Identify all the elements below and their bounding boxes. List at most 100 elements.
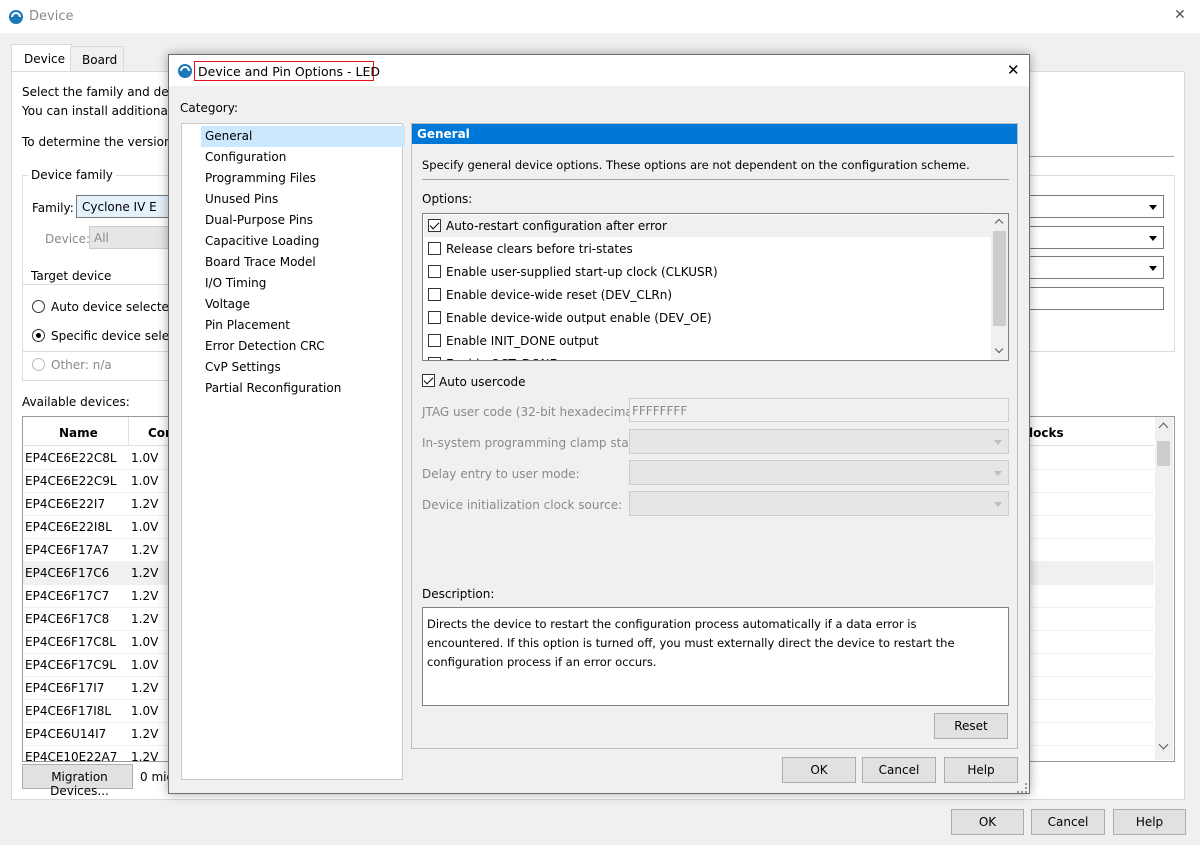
category-item[interactable]: CvP Settings xyxy=(205,357,281,378)
tab-board[interactable]: Board xyxy=(70,46,124,71)
auto-usercode-label: Auto usercode xyxy=(439,375,526,389)
option-checkbox[interactable] xyxy=(428,265,441,278)
device-select-value: All xyxy=(94,231,109,245)
option-checkbox[interactable] xyxy=(428,357,441,360)
category-item[interactable]: Configuration xyxy=(205,147,286,168)
family-select[interactable]: Cyclone IV E xyxy=(76,195,176,218)
other-device-radio[interactable] xyxy=(32,358,45,371)
tab-device-label: Device xyxy=(24,52,66,66)
intro-line-2: You can install additional de xyxy=(22,104,191,118)
option-checkbox[interactable] xyxy=(428,288,441,301)
device-name-cell: EP4CE6F17C8L xyxy=(25,635,116,649)
main-title-bar: Device ✕ xyxy=(0,0,1200,33)
tab-device[interactable]: Device xyxy=(11,44,72,72)
main-cancel-button[interactable]: Cancel xyxy=(1031,809,1105,835)
category-item[interactable]: Unused Pins xyxy=(205,189,278,210)
intro-line-3: To determine the version of xyxy=(22,135,187,149)
main-close-button[interactable]: ✕ xyxy=(1174,7,1186,23)
category-item-label: Dual-Purpose Pins xyxy=(205,213,313,227)
category-item[interactable]: Partial Reconfiguration xyxy=(205,378,341,399)
option-row[interactable]: Release clears before tri-states xyxy=(424,238,992,260)
core-voltage-cell: 1.2V xyxy=(131,589,159,603)
device-select[interactable]: All xyxy=(89,226,176,249)
clock-label: Device initialization clock source: xyxy=(422,498,623,512)
scroll-thumb[interactable] xyxy=(993,231,1006,326)
description-text: Directs the device to restart the config… xyxy=(427,617,955,669)
category-item[interactable]: Programming Files xyxy=(205,168,316,189)
category-list[interactable]: General Configuration Programming Files Unu… xyxy=(181,123,405,780)
header-name[interactable]: Name xyxy=(59,426,98,440)
auto-usercode-checkbox[interactable] xyxy=(422,374,435,387)
name-filter-input[interactable] xyxy=(1027,287,1164,310)
dialog-help-button[interactable]: Help xyxy=(944,757,1018,783)
option-checkbox[interactable] xyxy=(428,219,441,232)
main-help-button[interactable]: Help xyxy=(1113,809,1186,835)
category-item[interactable]: Voltage xyxy=(205,294,250,315)
category-item-label: Error Detection CRC xyxy=(205,339,325,353)
option-row[interactable]: Enable INIT_DONE output xyxy=(424,330,992,352)
device-name-cell: EP4CE6F17C9L xyxy=(25,658,116,672)
option-label: Enable OCT_DONE xyxy=(446,357,557,360)
resize-grip-icon[interactable] xyxy=(1017,783,1027,793)
scroll-down-arrow-icon[interactable] xyxy=(1158,739,1169,750)
header-locks[interactable]: locks xyxy=(1029,426,1064,440)
category-item[interactable]: Error Detection CRC xyxy=(205,336,325,357)
device-name-cell: EP4CE6F17A7 xyxy=(25,543,110,557)
filter-select-2[interactable] xyxy=(1027,256,1164,279)
options-list[interactable]: Auto-restart configuration after error Re… xyxy=(422,213,1009,361)
category-item[interactable]: General xyxy=(201,126,405,147)
options-scrollbar[interactable] xyxy=(991,214,1008,360)
jtag-input[interactable]: FFFFFFFF xyxy=(629,398,1009,422)
device-label: Device: xyxy=(45,232,91,246)
category-item-label: Pin Placement xyxy=(205,318,291,332)
filter-select-1[interactable] xyxy=(1027,226,1164,249)
scroll-up-arrow-icon[interactable] xyxy=(994,218,1004,228)
chevron-down-icon xyxy=(994,501,1002,507)
category-item[interactable]: Pin Placement xyxy=(205,315,290,336)
main-ok-button[interactable]: OK xyxy=(951,809,1024,835)
device-pin-options-dialog: Device and Pin Options - LED ✕ Category:… xyxy=(168,54,1030,794)
option-row[interactable]: Enable user-supplied start-up clock (CLK… xyxy=(424,261,992,283)
scroll-up-arrow-icon[interactable] xyxy=(1158,422,1169,433)
option-checkbox[interactable] xyxy=(428,311,441,324)
clamp-select[interactable] xyxy=(629,429,1009,454)
dialog-cancel-button[interactable]: Cancel xyxy=(862,757,936,783)
option-row[interactable]: Auto-restart configuration after error xyxy=(424,215,992,237)
description-label: Description: xyxy=(422,587,495,601)
core-voltage-cell: 1.2V xyxy=(131,727,159,741)
category-item[interactable]: Capacitive Loading xyxy=(205,231,319,252)
target-device-group-label: Target device xyxy=(28,269,115,283)
scroll-down-arrow-icon[interactable] xyxy=(994,344,1004,354)
option-checkbox[interactable] xyxy=(428,334,441,347)
core-voltage-cell: 1.0V xyxy=(131,520,159,534)
delay-select[interactable] xyxy=(629,460,1009,485)
chevron-down-icon xyxy=(994,439,1002,445)
option-row[interactable]: Enable device-wide output enable (DEV_OE… xyxy=(424,307,992,329)
app-logo-icon xyxy=(178,64,192,78)
category-item[interactable]: I/O Timing xyxy=(205,273,266,294)
core-voltage-cell: 1.2V xyxy=(131,612,159,626)
category-item[interactable]: Board Trace Model xyxy=(205,252,316,273)
option-row[interactable]: Enable device-wide reset (DEV_CLRn) xyxy=(424,284,992,306)
reset-button[interactable]: Reset xyxy=(934,713,1008,739)
option-checkbox[interactable] xyxy=(428,242,441,255)
option-row[interactable]: Enable OCT_DONE xyxy=(424,353,992,360)
dialog-title-highlight: Device and Pin Options - LED xyxy=(194,61,380,81)
specific-device-radio[interactable] xyxy=(32,329,45,342)
core-voltage-cell: 1.0V xyxy=(131,635,159,649)
scroll-thumb[interactable] xyxy=(1157,441,1170,466)
family-select-dropdown[interactable] xyxy=(1027,195,1164,218)
dialog-close-button[interactable]: ✕ xyxy=(1007,61,1020,79)
device-family-group-label: Device family xyxy=(28,168,116,182)
family-label: Family: xyxy=(32,201,74,215)
migration-devices-button[interactable]: Migration Devices... xyxy=(22,764,133,798)
device-name-cell: EP4CE6E22I7 xyxy=(25,497,106,511)
clock-select[interactable] xyxy=(629,491,1009,516)
options-label: Options: xyxy=(422,192,473,206)
dialog-ok-button[interactable]: OK xyxy=(782,757,856,783)
table-scrollbar[interactable] xyxy=(1155,417,1173,760)
category-item[interactable]: Dual-Purpose Pins xyxy=(205,210,313,231)
auto-device-radio[interactable] xyxy=(32,300,45,313)
panel-description: Specify general device options. These op… xyxy=(422,158,970,172)
option-label: Enable INIT_DONE output xyxy=(446,334,599,348)
